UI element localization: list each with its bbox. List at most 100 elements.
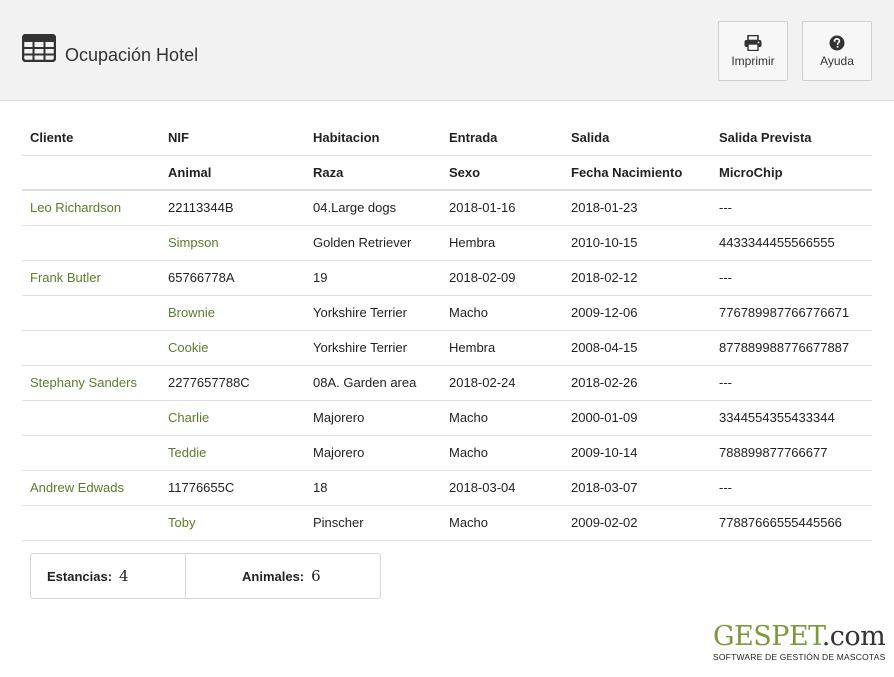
table-cell: --- xyxy=(711,365,872,401)
table-cell: 2018-02-12 xyxy=(563,260,711,296)
table-cell: 2018-01-23 xyxy=(563,190,711,226)
table-cell: 2009-10-14 xyxy=(563,435,711,471)
table-cell: Hembra xyxy=(441,225,563,261)
table-cell: Pinscher xyxy=(305,505,441,541)
table-cell: Majorero xyxy=(305,435,441,471)
table-cell: 776789987766776671 xyxy=(711,295,872,331)
table-cell: 2277657788C xyxy=(160,365,305,401)
help-button[interactable]: Ayuda xyxy=(802,21,872,81)
table-cell: 2010-10-15 xyxy=(563,225,711,261)
table-cell: 2018-02-09 xyxy=(441,260,563,296)
table-cell: 04.Large dogs xyxy=(305,190,441,226)
table-cell: --- xyxy=(711,470,872,506)
table-cell xyxy=(22,505,160,541)
table-cell: 877889988776677887 xyxy=(711,330,872,366)
print-label: Imprimir xyxy=(731,53,775,68)
brand-tagline: SOFTWARE DE GESTIÓN DE MASCOTAS xyxy=(713,652,886,662)
client-name-link[interactable]: Andrew Edwads xyxy=(22,470,160,506)
table-cell xyxy=(22,225,160,261)
table-cell: 18 xyxy=(305,470,441,506)
table-header-row-2: Animal Raza Sexo Fecha Nacimiento MicroC… xyxy=(22,154,872,191)
table-row: Brownie Yorkshire Terrier Macho 2009-12-… xyxy=(22,295,872,331)
summary-box: Estancias: 4 Animales: 6 xyxy=(30,553,381,599)
column-header xyxy=(22,154,160,191)
table-cell xyxy=(22,295,160,331)
column-header: Raza xyxy=(305,154,441,191)
table-cell: 2000-01-09 xyxy=(563,400,711,436)
column-header: MicroChip xyxy=(711,154,872,191)
table-row: Cookie Yorkshire Terrier Hembra 2008-04-… xyxy=(22,330,872,366)
animal-name-link[interactable]: Cookie xyxy=(160,330,305,366)
table-row: Andrew Edwads 11776655C 18 2018-03-04 20… xyxy=(22,470,872,506)
question-icon xyxy=(829,35,845,50)
animals-summary: Animales: 6 xyxy=(185,554,380,598)
stays-count: 4 xyxy=(119,567,129,585)
page-title: Ocupación Hotel xyxy=(65,45,199,65)
table-cell: 2009-12-06 xyxy=(563,295,711,331)
table-cell: 2018-02-24 xyxy=(441,365,563,401)
column-header: Salida Prevista xyxy=(719,129,812,145)
table-cell: 22113344B xyxy=(160,190,305,226)
brand-wordmark: GESPET.com xyxy=(713,622,893,652)
table-cell xyxy=(22,330,160,366)
occupancy-table: Cliente NIF Habitacion Entrada Salida Sa… xyxy=(22,120,872,541)
page-header: Ocupación Hotel Imprimir Ayuda xyxy=(0,0,894,101)
print-button[interactable]: Imprimir xyxy=(718,21,788,81)
animals-label: Animales: xyxy=(242,568,305,584)
table-icon xyxy=(22,34,56,62)
printer-icon xyxy=(744,34,762,51)
table-cell: 3344554355433344 xyxy=(711,400,872,436)
table-cell: Hembra xyxy=(441,330,563,366)
client-name-link[interactable]: Stephany Sanders xyxy=(22,365,160,401)
table-cell: 2009-02-02 xyxy=(563,505,711,541)
table-cell: 19 xyxy=(305,260,441,296)
table-cell: Yorkshire Terrier xyxy=(305,295,441,331)
table-cell: Golden Retriever xyxy=(305,225,441,261)
table-cell: 4433344455566555 xyxy=(711,225,872,261)
table-cell: 08A. Garden area xyxy=(305,365,441,401)
table-cell: 77887666555445566 xyxy=(711,505,872,541)
stays-label: Estancias: xyxy=(47,568,113,584)
table-cell: --- xyxy=(711,190,872,226)
animals-count: 6 xyxy=(311,567,321,585)
table-cell: Macho xyxy=(441,505,563,541)
table-cell xyxy=(22,400,160,436)
table-cell: Majorero xyxy=(305,400,441,436)
animal-name-link[interactable]: Toby xyxy=(160,505,305,541)
animal-name-link[interactable]: Brownie xyxy=(160,295,305,331)
client-name-link[interactable]: Frank Butler xyxy=(22,260,160,296)
table-cell: 788899877766677 xyxy=(711,435,872,471)
help-label: Ayuda xyxy=(820,53,854,68)
table-cell: Macho xyxy=(441,295,563,331)
table-row: Simpson Golden Retriever Hembra 2010-10-… xyxy=(22,225,872,261)
table-cell: 2018-02-26 xyxy=(563,365,711,401)
brand-domain: .com xyxy=(821,621,886,652)
table-cell: 11776655C xyxy=(160,470,305,506)
table-cell: 2018-03-07 xyxy=(563,470,711,506)
column-header: Animal xyxy=(160,154,305,191)
table-cell: 2018-03-04 xyxy=(441,470,563,506)
animal-name-link[interactable]: Teddie xyxy=(160,435,305,471)
table-cell: --- xyxy=(711,260,872,296)
table-cell xyxy=(22,435,160,471)
table-row: Teddie Majorero Macho 2009-10-14 7888998… xyxy=(22,435,872,471)
table-row: Stephany Sanders 2277657788C 08A. Garden… xyxy=(22,365,872,401)
column-header: Entrada xyxy=(449,129,498,145)
table-cell: 2008-04-15 xyxy=(563,330,711,366)
column-header: NIF xyxy=(168,129,189,145)
table-cell: 65766778A xyxy=(160,260,305,296)
table-row: Charlie Majorero Macho 2000-01-09 334455… xyxy=(22,400,872,436)
table-cell: Yorkshire Terrier xyxy=(305,330,441,366)
table-cell: 2018-01-16 xyxy=(441,190,563,226)
stays-summary: Estancias: 4 xyxy=(31,554,185,598)
table-row: Leo Richardson 22113344B 04.Large dogs 2… xyxy=(22,190,872,226)
animal-name-link[interactable]: Charlie xyxy=(160,400,305,436)
table-cell: Macho xyxy=(441,400,563,436)
column-header: Cliente xyxy=(30,129,74,145)
brand-logo: GESPET.com SOFTWARE DE GESTIÓN DE MASCOT… xyxy=(713,622,893,663)
column-header: Sexo xyxy=(441,154,563,191)
table-row: Toby Pinscher Macho 2009-02-02 778876665… xyxy=(22,505,872,541)
client-name-link[interactable]: Leo Richardson xyxy=(22,190,160,226)
animal-name-link[interactable]: Simpson xyxy=(160,225,305,261)
column-header: Habitacion xyxy=(313,129,380,145)
